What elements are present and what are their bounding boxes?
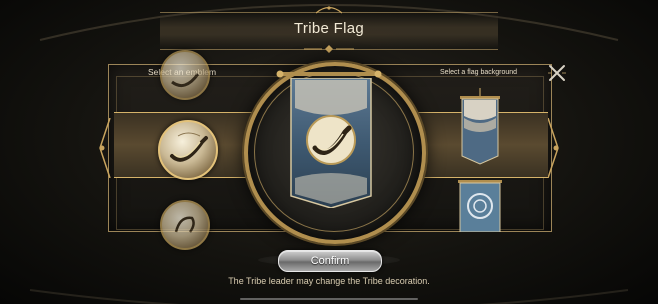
flag-background-option[interactable]	[456, 180, 504, 232]
home-indicator	[240, 298, 418, 300]
leader-permission-notice: The Tribe leader may change the Tribe de…	[228, 276, 430, 286]
horn-emblem-icon	[170, 132, 208, 162]
title-ornament-icon	[316, 6, 342, 14]
flag-preview-banner	[290, 78, 372, 208]
confirm-button[interactable]: Confirm	[278, 250, 382, 272]
emblem-option-selected[interactable]	[158, 120, 218, 180]
page-title: Tribe Flag	[294, 20, 364, 37]
background-section-label: Select a flag background	[440, 69, 518, 76]
creature-emblem-icon	[174, 216, 195, 233]
left-frame-ornament	[99, 118, 111, 178]
flag-background-option-selected[interactable]	[458, 88, 502, 166]
emblem-design-icon	[171, 73, 200, 88]
title-divider-ornament	[304, 45, 354, 53]
right-frame-ornament	[547, 118, 559, 178]
emblem-option[interactable]	[160, 200, 210, 250]
banner-rod	[276, 70, 382, 78]
emblem-option[interactable]	[160, 50, 210, 100]
close-icon[interactable]	[546, 62, 568, 84]
